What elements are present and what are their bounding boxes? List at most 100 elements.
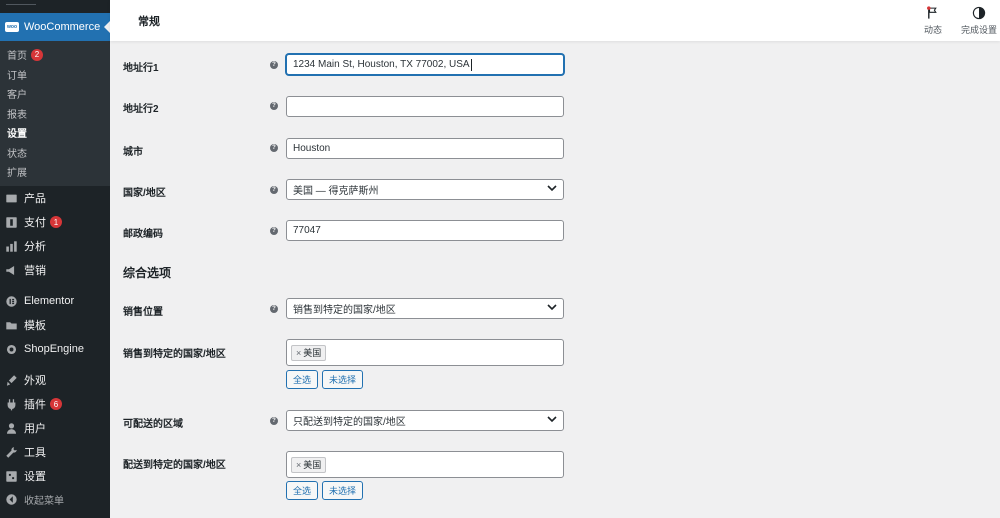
section-title-general-options: 综合选项 (123, 266, 172, 280)
select-all-button[interactable]: 全选 (286, 481, 319, 500)
postcode-input[interactable]: 77047 (286, 220, 564, 241)
submenu-item-label: 状态 (7, 148, 27, 160)
address2-input[interactable] (286, 96, 564, 117)
submenu-item-orders[interactable]: 订单 (0, 65, 110, 85)
menu-label: ShopEngine (24, 343, 84, 355)
menu-label: 插件 (24, 399, 46, 411)
menu-shopengine[interactable]: ShopEngine (0, 338, 110, 360)
help-icon[interactable]: ? (270, 227, 278, 235)
text-caret (470, 58, 472, 71)
country-select[interactable]: 美国 — 得克萨斯州 (286, 179, 564, 200)
ship-to-specific-label: 配送到特定的国家/地区 (123, 460, 226, 471)
menu-label: 外观 (24, 375, 46, 387)
shipping-location-value: 只配送到特定的国家/地区 (293, 417, 406, 428)
address1-value: 1234 Main St, Houston, TX 77002, USA (293, 59, 470, 70)
appearance-icon (5, 374, 18, 387)
address2-label: 地址行2 (123, 104, 159, 115)
chip-label: 美国 (303, 460, 322, 470)
menu-label: 工具 (24, 447, 46, 459)
menu-templates[interactable]: 模板 (0, 314, 110, 336)
shopengine-icon (5, 343, 18, 356)
menu-label: 营销 (24, 265, 46, 277)
remove-chip-icon[interactable]: × (296, 348, 301, 358)
country-chip[interactable]: × 美国 (291, 456, 327, 473)
menu-label: 分析 (24, 241, 46, 253)
country-chip[interactable]: × 美国 (291, 344, 327, 361)
collapse-icon (5, 493, 18, 506)
city-input[interactable]: Houston (286, 138, 564, 159)
sell-to-specific-label: 销售到特定的国家/地区 (123, 349, 226, 360)
selling-location-label: 销售位置 (123, 307, 163, 318)
submenu-item-customers[interactable]: 客户 (0, 84, 110, 104)
sell-to-countries-multiselect[interactable]: × 美国 (286, 339, 564, 366)
dashboard-menu-stub[interactable] (6, 0, 36, 5)
half-circle-icon (972, 6, 986, 20)
postcode-value: 77047 (293, 225, 321, 236)
menu-collapse[interactable]: 收起菜单 (0, 488, 110, 510)
select-none-button[interactable]: 未选择 (322, 481, 364, 500)
select-none-button[interactable]: 未选择 (322, 370, 364, 389)
menu-label: Elementor (24, 295, 75, 307)
menu-marketing[interactable]: 营销 (0, 259, 110, 281)
notification-badge: 1 (50, 216, 62, 228)
chip-label: 美国 (303, 348, 322, 358)
remove-chip-icon[interactable]: × (296, 460, 301, 470)
menu-label: 模板 (24, 320, 46, 332)
submenu-item-status[interactable]: 状态 (0, 143, 110, 163)
submenu-item-label: 订单 (7, 70, 27, 82)
menu-elementor[interactable]: Elementor (0, 290, 110, 312)
settings-icon (5, 470, 18, 483)
submenu-item-settings[interactable]: 设置 (0, 123, 110, 143)
tools-icon (5, 446, 18, 459)
menu-label: 设置 (24, 471, 46, 483)
menu-users[interactable]: 用户 (0, 417, 110, 439)
country-value: 美国 — 得克萨斯州 (293, 186, 379, 197)
chevron-down-icon (547, 302, 557, 315)
notification-badge: 6 (50, 398, 62, 410)
menu-label: 支付 (24, 217, 46, 229)
menu-appearance[interactable]: 外观 (0, 369, 110, 391)
selling-location-value: 销售到特定的国家/地区 (293, 305, 396, 316)
country-label: 国家/地区 (123, 188, 166, 199)
selling-location-select[interactable]: 销售到特定的国家/地区 (286, 298, 564, 319)
submenu-item-extensions[interactable]: 扩展 (0, 162, 110, 182)
chevron-down-icon (547, 183, 557, 196)
help-icon[interactable]: ? (270, 417, 278, 425)
submenu-item-label: 报表 (7, 109, 27, 121)
help-icon[interactable]: ? (270, 186, 278, 194)
menu-label: 用户 (24, 423, 46, 435)
marketing-icon (5, 264, 18, 277)
help-icon[interactable]: ? (270, 102, 278, 110)
address1-label: 地址行1 (123, 63, 159, 74)
address1-input[interactable]: 1234 Main St, Houston, TX 77002, USA (286, 54, 564, 75)
products-icon (5, 192, 18, 205)
help-icon[interactable]: ? (270, 61, 278, 69)
submenu-item-label: 扩展 (7, 168, 27, 180)
submenu-item-reports[interactable]: 报表 (0, 104, 110, 124)
select-all-button[interactable]: 全选 (286, 370, 319, 389)
activity-label: 动态 (924, 25, 943, 35)
finish-setup-button[interactable]: 完成设置 (961, 6, 997, 36)
flag-icon (927, 6, 937, 19)
menu-analytics[interactable]: 分析 (0, 235, 110, 257)
help-icon[interactable]: ? (270, 144, 278, 152)
ship-to-countries-multiselect[interactable]: × 美国 (286, 451, 564, 478)
help-icon[interactable]: ? (270, 305, 278, 313)
menu-settings[interactable]: 设置 (0, 465, 110, 487)
top-header-bar: 常规 动态 完成设置 (110, 0, 1000, 41)
menu-tools[interactable]: 工具 (0, 441, 110, 463)
menu-products[interactable]: 产品 (0, 187, 110, 209)
admin-sidebar: woo WooCommerce 首页 2 订单 客户 报表 设置 状态 扩展 产品… (0, 0, 111, 518)
menu-label: 收起菜单 (24, 495, 64, 507)
analytics-icon (5, 240, 18, 253)
menu-payments[interactable]: 支付 1 (0, 211, 110, 233)
activity-button[interactable]: 动态 (924, 6, 942, 36)
shipping-location-select[interactable]: 只配送到特定的国家/地区 (286, 410, 564, 431)
submenu-item-home[interactable]: 首页 2 (0, 45, 110, 65)
notification-badge: 2 (31, 48, 43, 61)
submenu-item-label: 首页 (7, 51, 27, 63)
menu-woocommerce[interactable]: woo WooCommerce (0, 13, 111, 41)
postcode-label: 邮政编码 (123, 229, 163, 240)
plugins-icon (5, 398, 18, 411)
menu-plugins[interactable]: 插件 6 (0, 393, 110, 415)
